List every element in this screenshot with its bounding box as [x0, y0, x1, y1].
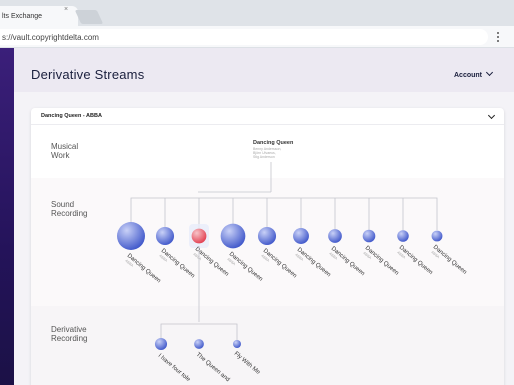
musical-work-detail: Stig Anderson — [253, 155, 275, 159]
derivative-recording-label[interactable]: The Queen and — [195, 352, 231, 383]
sound-recording-label[interactable]: Dancing Queen — [126, 253, 162, 284]
sound-recording-node[interactable] — [293, 228, 309, 244]
browser-address-bar: s://vault.copyrightdelta.com — [0, 26, 514, 48]
new-tab-button[interactable] — [74, 10, 104, 24]
sound-recording-label[interactable]: Dancing Queen — [228, 251, 264, 282]
sound-recording-node[interactable] — [397, 230, 409, 242]
musical-work-title[interactable]: Dancing Queen — [253, 140, 294, 146]
url-input[interactable]: s://vault.copyrightdelta.com — [0, 29, 488, 45]
derivative-recording-label[interactable]: I have four tole — [157, 353, 192, 384]
close-icon[interactable]: × — [64, 6, 68, 13]
tab-title: lts Exchange — [2, 13, 43, 20]
sound-recording-label[interactable]: Dancing Queen — [398, 245, 434, 276]
sound-recording-node[interactable] — [117, 222, 145, 250]
recordings-bracket — [130, 197, 438, 230]
sound-recording-node[interactable] — [328, 229, 342, 243]
sound-recording-label[interactable]: Dancing Queen — [364, 245, 400, 276]
derivative-recording-node[interactable] — [194, 339, 204, 349]
app-header: Derivative Streams Account — [14, 48, 514, 92]
browser-tab-bar: lts Exchange × — [0, 0, 514, 26]
sound-recording-label[interactable]: Dancing Queen — [432, 244, 468, 275]
account-label: Account — [454, 72, 482, 79]
sound-recording-node[interactable] — [431, 230, 443, 242]
sound-recording-node[interactable] — [191, 228, 207, 244]
sound-recording-label[interactable]: Dancing Queen — [330, 246, 366, 277]
sound-recording-node[interactable] — [155, 226, 175, 246]
side-rail — [0, 48, 14, 385]
sound-recording-label[interactable]: Dancing Queen — [262, 248, 298, 279]
derivative-tree: Dancing QueenBenny Andersson,Björn Ulvae… — [117, 140, 468, 384]
account-menu[interactable]: Account — [454, 68, 494, 79]
page-title: Derivative Streams — [31, 67, 145, 82]
sound-recording-node[interactable] — [257, 226, 277, 246]
sound-recording-node[interactable] — [362, 229, 376, 243]
derivative-recording-node[interactable] — [154, 337, 168, 351]
chevron-down-icon — [485, 68, 494, 77]
app-main: Derivative Streams Account Dancing Queen… — [14, 48, 514, 385]
derivatives-bracket — [160, 323, 238, 340]
derivative-recording-label[interactable]: Fly With Me — [233, 351, 262, 376]
sound-recording-label[interactable]: Dancing Queen — [296, 247, 332, 278]
sound-recording-node[interactable] — [220, 223, 246, 249]
derivative-recording-node[interactable] — [233, 340, 241, 348]
kebab-menu-icon[interactable] — [496, 32, 500, 43]
sound-recording-label[interactable]: Dancing Queen — [160, 248, 196, 279]
stream-card: Dancing Queen - ABBA Musical Work Sound … — [31, 108, 504, 385]
